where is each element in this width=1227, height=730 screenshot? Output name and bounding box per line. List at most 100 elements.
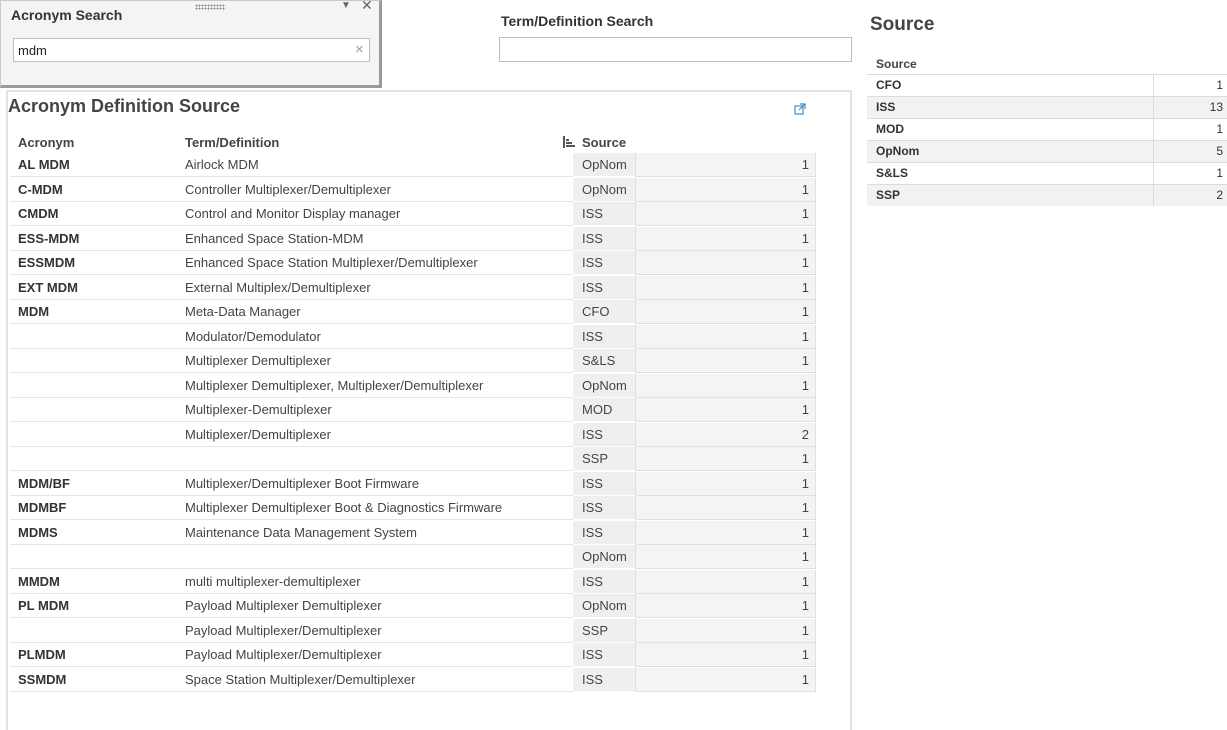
sort-bars-icon[interactable] xyxy=(563,136,575,148)
definition-cell: Payload Multiplexer Demultiplexer xyxy=(173,594,583,618)
table-row[interactable]: EXT MDM External Multiplex/Demultiplexer I… xyxy=(10,275,816,300)
source-cell: ISS xyxy=(573,569,635,594)
table-row[interactable]: MMDM multi multiplexer-demultiplexer ISS 1 xyxy=(10,569,816,594)
dropdown-arrow-icon[interactable]: ▼ xyxy=(341,0,351,11)
source-count: 2 xyxy=(1216,188,1223,202)
source-text: OpNom xyxy=(582,549,627,564)
definition-text: Enhanced Space Station-MDM xyxy=(185,230,364,246)
count-text: 1 xyxy=(801,549,809,564)
source-row[interactable]: MOD 1 xyxy=(867,118,1227,140)
source-cell: ISS xyxy=(573,226,635,251)
drag-handle-icon[interactable] xyxy=(195,4,225,10)
definition-cell: Multiplexer-Demultiplexer xyxy=(173,398,583,422)
source-count-cell: 5 xyxy=(1153,141,1227,162)
source-row[interactable]: S&LS 1 xyxy=(867,162,1227,184)
table-row[interactable]: Multiplexer Demultiplexer S&LS 1 xyxy=(10,349,816,373)
source-panel-title: Source xyxy=(870,14,935,35)
source-row[interactable]: ISS 13 xyxy=(867,96,1227,118)
count-cell: 1 xyxy=(635,226,816,251)
column-header-acronym[interactable]: Acronym xyxy=(18,135,74,150)
table-row[interactable]: MDM/BF Multiplexer/Demultiplexer Boot Fir… xyxy=(10,471,816,496)
count-text: 1 xyxy=(801,402,809,417)
table-row[interactable]: ESS-MDM Enhanced Space Station-MDM ISS 1 xyxy=(10,226,816,251)
count-cell: 1 xyxy=(635,398,816,422)
clear-search-icon[interactable]: × xyxy=(355,41,364,58)
source-text: ISS xyxy=(582,206,603,221)
definition-text: Controller Multiplexer/Demultiplexer xyxy=(185,181,391,197)
definition-text: Maintenance Data Management System xyxy=(185,524,417,540)
acronym-text: EXT MDM xyxy=(18,279,78,295)
table-row[interactable]: PLMDM Payload Multiplexer/Demultiplexer IS… xyxy=(10,643,816,667)
table-row[interactable]: MDMS Maintenance Data Management System IS… xyxy=(10,520,816,545)
table-row[interactable]: PL MDM Payload Multiplexer Demultiplexer O… xyxy=(10,594,816,618)
table-row[interactable]: ESSMDM Enhanced Space Station Multiplexer… xyxy=(10,251,816,275)
table-row[interactable]: MDM Meta-Data Manager CFO 1 xyxy=(10,300,816,324)
definition-cell: Payload Multiplexer/Demultiplexer xyxy=(173,619,583,643)
source-count: 5 xyxy=(1216,144,1223,158)
source-name: S&LS xyxy=(876,166,909,180)
count-cell: 1 xyxy=(635,202,816,226)
source-column-header[interactable]: Source xyxy=(876,57,917,71)
table-row[interactable]: AL MDM Airlock MDM OpNom 1 xyxy=(10,153,816,177)
pop-out-icon[interactable] xyxy=(794,103,806,115)
acronym-cell xyxy=(10,619,173,643)
count-cell: 1 xyxy=(635,251,816,275)
source-row[interactable]: SSP 2 xyxy=(867,184,1227,206)
acronym-cell: ESSMDM xyxy=(10,251,173,275)
acronym-text: AL MDM xyxy=(18,157,70,172)
acronym-search-title: Acronym Search xyxy=(11,7,123,23)
acronym-cell xyxy=(10,325,173,349)
column-header-source[interactable]: Source xyxy=(582,135,626,150)
table-row[interactable]: SSMDM Space Station Multiplexer/Demultipl… xyxy=(10,667,816,692)
column-header-definition[interactable]: Term/Definition xyxy=(185,135,279,150)
source-count: 1 xyxy=(1216,78,1223,92)
source-count-cell: 1 xyxy=(1153,163,1227,184)
table-row[interactable]: OpNom 1 xyxy=(10,545,816,569)
count-text: 1 xyxy=(801,230,809,246)
count-cell: 1 xyxy=(635,153,816,177)
count-text: 1 xyxy=(801,500,809,515)
source-cell: ISS xyxy=(573,202,635,226)
source-count: 1 xyxy=(1216,166,1223,180)
table-row[interactable]: Payload Multiplexer/Demultiplexer SSP 1 xyxy=(10,618,816,643)
definition-cell: Enhanced Space Station-MDM xyxy=(173,227,583,251)
count-text: 1 xyxy=(801,353,809,368)
count-cell: 1 xyxy=(635,373,816,398)
close-icon[interactable]: ✕ xyxy=(361,0,373,14)
count-cell: 1 xyxy=(635,594,816,618)
definition-cell xyxy=(173,447,583,471)
acronym-text: SSMDM xyxy=(18,671,67,687)
table-row[interactable]: SSP 1 xyxy=(10,447,816,471)
acronym-cell xyxy=(10,349,173,373)
acronym-text: CMDM xyxy=(18,206,59,221)
count-text: 1 xyxy=(801,328,809,344)
count-text: 1 xyxy=(801,377,809,393)
table-row[interactable]: CMDM Control and Monitor Display manager I… xyxy=(10,202,816,226)
source-text: ISS xyxy=(582,500,603,515)
definition-cell xyxy=(173,545,583,569)
count-cell: 1 xyxy=(635,324,816,349)
source-row[interactable]: OpNom 5 xyxy=(867,140,1227,162)
acronym-text: ESS-MDM xyxy=(18,230,80,246)
table-row[interactable]: Multiplexer-Demultiplexer MOD 1 xyxy=(10,398,816,422)
count-text: 1 xyxy=(801,279,809,295)
source-text: ISS xyxy=(582,647,603,662)
source-row[interactable]: CFO 1 xyxy=(867,74,1227,96)
table-row[interactable]: Multiplexer Demultiplexer, Multiplexer/D… xyxy=(10,373,816,398)
source-count-cell: 2 xyxy=(1153,185,1227,206)
acronym-cell xyxy=(10,447,173,471)
acronym-cell: MMDM xyxy=(10,570,173,594)
table-row[interactable]: Multiplexer/Demultiplexer ISS 2 xyxy=(10,422,816,447)
term-search-input[interactable] xyxy=(499,37,852,62)
count-cell: 1 xyxy=(635,569,816,594)
term-search-title: Term/Definition Search xyxy=(501,13,654,29)
acronym-search-input[interactable] xyxy=(13,38,370,62)
table-row[interactable]: MDMBF Multiplexer Demultiplexer Boot & Di… xyxy=(10,496,816,520)
table-row[interactable]: Modulator/Demodulator ISS 1 xyxy=(10,324,816,349)
acronym-cell: MDMS xyxy=(10,521,173,545)
count-text: 1 xyxy=(801,304,809,319)
table-row[interactable]: C-MDM Controller Multiplexer/Demultiplexe… xyxy=(10,177,816,202)
definition-cell: Multiplexer/Demultiplexer xyxy=(173,423,583,447)
source-count-cell: 1 xyxy=(1153,119,1227,140)
source-text: OpNom xyxy=(582,157,627,172)
